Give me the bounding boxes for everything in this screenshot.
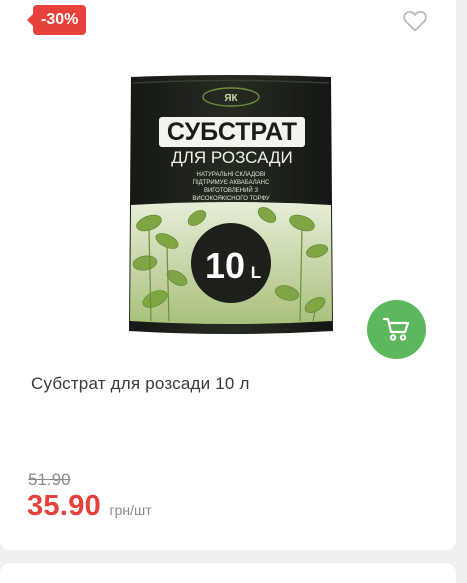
package-feature-4: ВИСОКОЯКІСНОГО ТОРФУ	[192, 196, 270, 202]
package-feature-2: ПІДТРИМУЄ АКВАБАЛАНС	[193, 180, 270, 186]
product-title[interactable]: Субстрат для розсади 10 л	[31, 374, 250, 394]
package-volume-unit: L	[251, 263, 261, 282]
package-subhead: ДЛЯ РОЗСАДИ	[171, 148, 292, 167]
current-price: 35.90	[27, 490, 102, 522]
old-price: 51.90	[28, 470, 71, 489]
price-row: 35.90 грн/шт	[27, 490, 152, 523]
price-unit: грн/шт	[109, 502, 152, 518]
heart-icon	[403, 11, 427, 32]
package-feature-3: ВИГОТОВЛЕНИЙ З	[204, 186, 258, 194]
discount-badge: -30%	[26, 5, 87, 35]
add-to-cart-button[interactable]	[367, 300, 426, 359]
product-card[interactable]: -30% ЯК СУБСТРАТ ДЛЯ РОЗСАДИ НАТУРАЛЬНІ …	[0, 0, 456, 550]
svg-text:ЯК: ЯК	[224, 93, 238, 104]
package-feature-1: НАТУРАЛЬНІ СКЛАДОВІ	[197, 172, 266, 178]
package-volume: 10	[205, 245, 245, 286]
product-image[interactable]: ЯК СУБСТРАТ ДЛЯ РОЗСАДИ НАТУРАЛЬНІ СКЛАД…	[127, 73, 335, 337]
favorite-button[interactable]	[402, 9, 428, 33]
next-product-card[interactable]	[0, 563, 456, 583]
cart-icon	[383, 317, 410, 341]
package-headline: СУБСТРАТ	[167, 118, 297, 146]
